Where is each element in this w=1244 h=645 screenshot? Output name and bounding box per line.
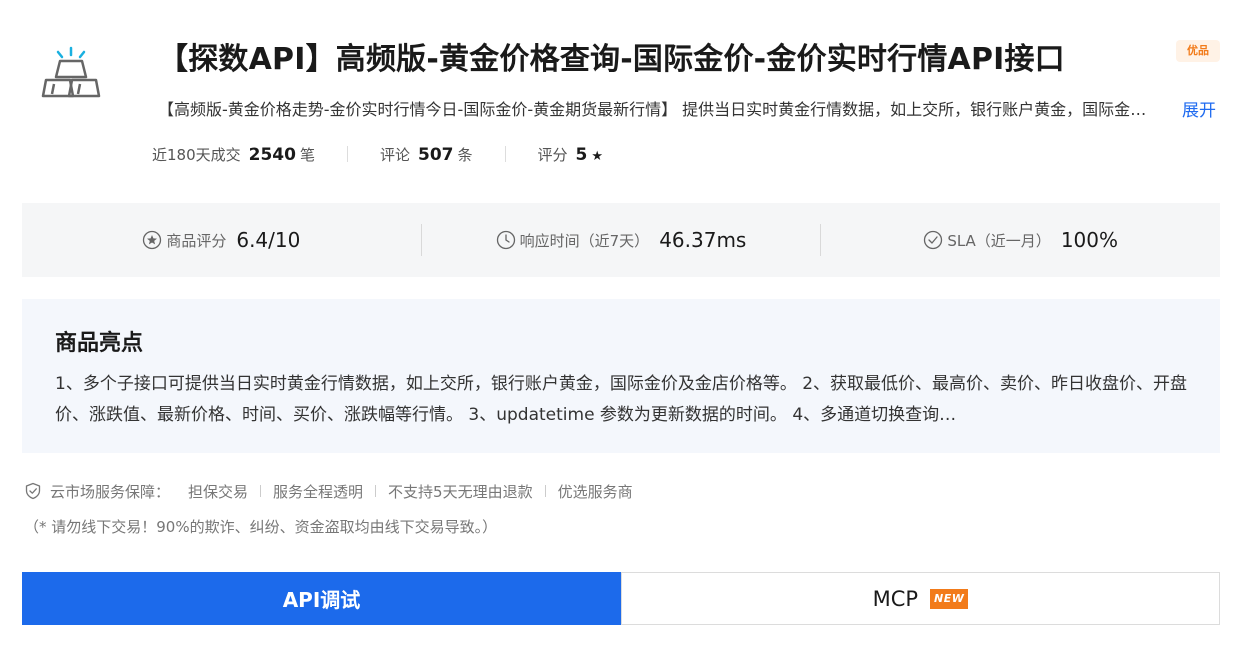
gold-bars-icon: [41, 46, 101, 98]
stat-value: 5: [575, 144, 588, 165]
divider: [375, 485, 377, 497]
divider: [544, 485, 546, 497]
tab-label: MCP: [872, 586, 919, 611]
highlights-title: 商品亮点: [55, 331, 144, 356]
highlights-text: 1、多个子接口可提供当日实时黄金行情数据，如上交所，银行账户黄金，国际金价及金店…: [55, 374, 1188, 425]
metric-value: 100%: [1060, 228, 1119, 252]
metric-label: SLA（近一月）: [947, 231, 1051, 250]
stat-label: 近180天成交: [152, 145, 241, 164]
divider: [346, 146, 348, 162]
star-icon: ★: [591, 148, 604, 164]
metric-value: 6.4/10: [236, 228, 301, 252]
metric-product-score: 商品评分 6.4/10: [22, 228, 421, 252]
tab-label: API调试: [282, 588, 361, 612]
metrics-panel: 商品评分 6.4/10 响应时间（近7天） 46.37ms SLA（近一月） 1…: [22, 203, 1220, 277]
service-guarantee: 云市场服务保障： 担保交易 服务全程透明 不支持5天无理由退款 优选服务商: [24, 480, 633, 502]
product-title: 【探数API】高频版-黄金价格查询-国际金价-金价实时行情API接口: [158, 42, 1065, 77]
metric-response-time: 响应时间（近7天） 46.37ms: [422, 228, 821, 252]
stat-label: 评分: [537, 145, 568, 164]
shield-check-icon: [25, 482, 41, 500]
action-tabs: API调试 MCP NEW: [22, 572, 1220, 625]
expand-link[interactable]: 展开: [1182, 96, 1216, 121]
stat-unit: 笔: [299, 145, 315, 164]
stat-rating: 评分 5 ★: [538, 144, 604, 165]
metric-sla: SLA（近一月） 100%: [821, 228, 1220, 252]
clock-icon: [496, 230, 515, 250]
guarantee-item: 担保交易: [188, 482, 249, 501]
highlights-section: 商品亮点 1、多个子接口可提供当日实时黄金行情数据，如上交所，银行账户黄金，国际…: [22, 299, 1220, 453]
tab-api-debug[interactable]: API调试: [22, 572, 621, 625]
stat-comments[interactable]: 评论 507 条: [380, 144, 473, 165]
product-description: 【高频版-黄金价格走势-金价实时行情今日-国际金价-黄金期货最新行情】 提供当日…: [158, 100, 1148, 119]
tab-mcp[interactable]: MCP NEW: [621, 572, 1220, 625]
metric-label: 响应时间（近7天）: [519, 231, 650, 250]
guarantee-label: 云市场服务保障：: [50, 482, 171, 501]
metric-value: 46.37ms: [659, 228, 747, 252]
offline-trade-warning: （* 请勿线下交易！90%的欺诈、纠纷、资金盗取均由线下交易导致。）: [24, 518, 498, 536]
divider: [504, 146, 506, 162]
new-badge: NEW: [930, 588, 969, 609]
guarantee-item: 不支持5天无理由退款: [388, 482, 533, 501]
metric-label: 商品评分: [166, 231, 227, 250]
guarantee-item: 优选服务商: [557, 482, 633, 501]
stats-bar: 近180天成交 2540 笔 评论 507 条 评分 5 ★: [152, 142, 603, 166]
stat-transactions: 近180天成交 2540 笔: [152, 144, 315, 165]
stat-label: 评论: [379, 145, 410, 164]
stat-value: 2540: [248, 144, 296, 165]
check-circle-icon: [924, 230, 943, 250]
star-circle-icon: [143, 230, 162, 250]
stat-value: 507: [418, 144, 454, 165]
guarantee-item: 服务全程透明: [273, 482, 364, 501]
stat-unit: 条: [457, 145, 473, 164]
divider: [260, 485, 262, 497]
premium-badge: 优品: [1176, 40, 1220, 62]
